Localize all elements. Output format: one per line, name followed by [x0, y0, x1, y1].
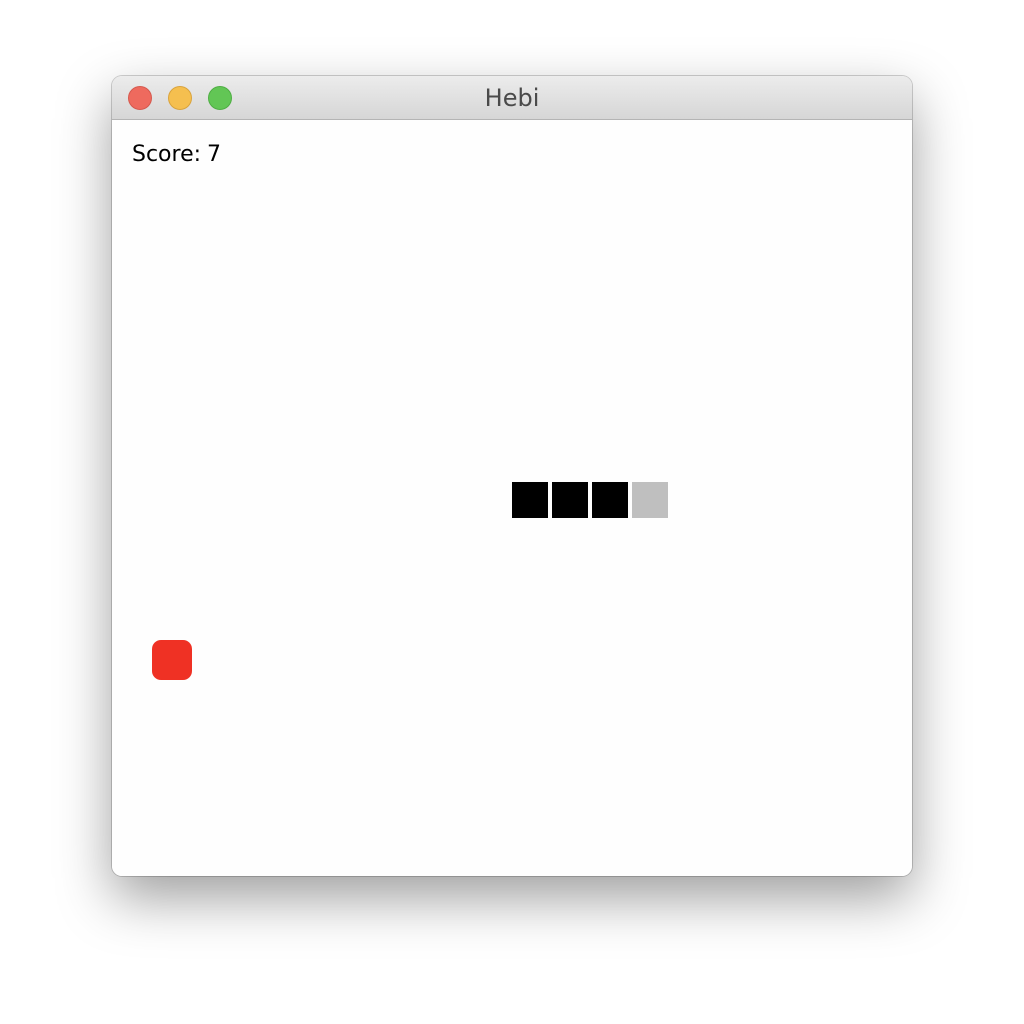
score-value: 7	[207, 142, 222, 167]
window-title: Hebi	[484, 84, 540, 112]
snake-body-segment	[592, 482, 628, 518]
game-window: Hebi Score: 7	[112, 76, 912, 876]
score-label: Score:	[132, 142, 202, 167]
title-bar[interactable]: Hebi	[112, 76, 912, 120]
score-display: Score: 7	[132, 142, 227, 167]
snake-tail-segment	[632, 482, 668, 518]
food-apple	[152, 640, 192, 680]
snake-body-segment	[512, 482, 548, 518]
game-board[interactable]: Score: 7	[112, 120, 912, 876]
snake-body-segment	[552, 482, 588, 518]
